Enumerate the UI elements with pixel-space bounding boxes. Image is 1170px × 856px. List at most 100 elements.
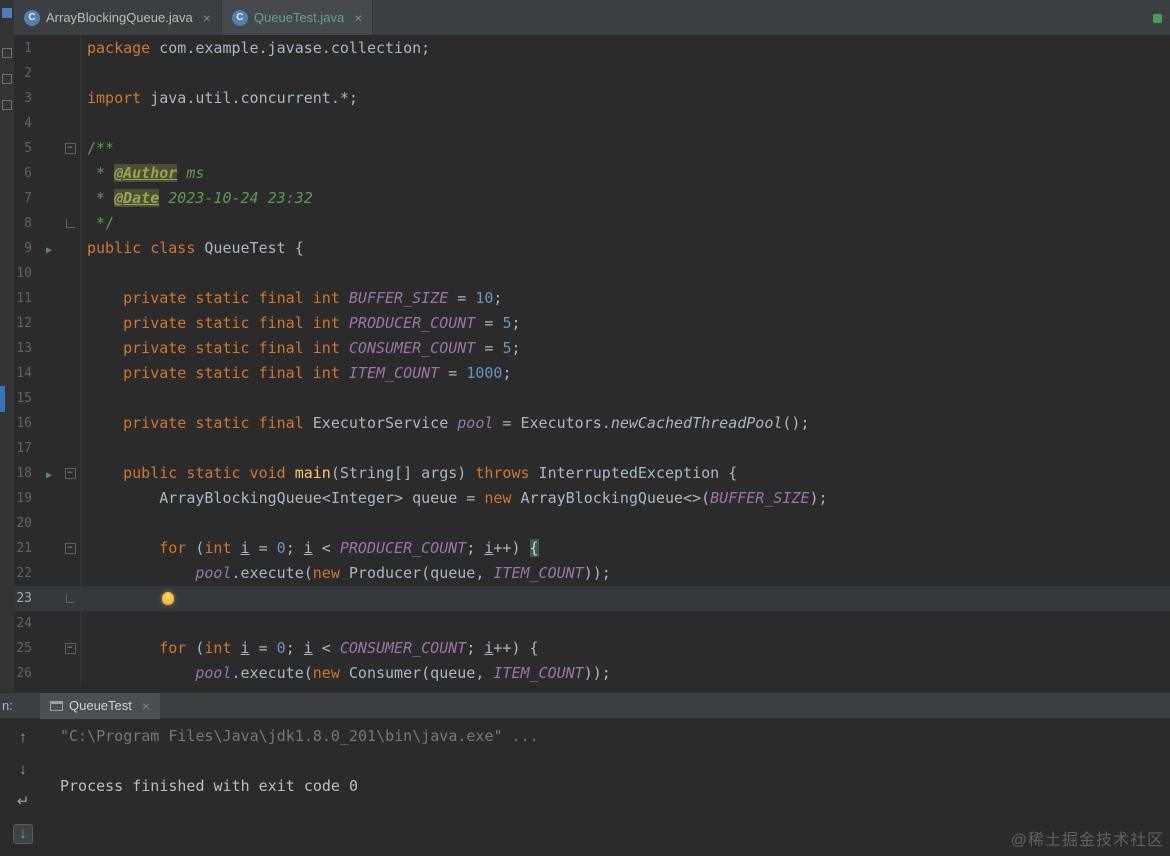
gutter-icon-cell <box>38 611 60 636</box>
code-line[interactable]: 5 −/** <box>14 136 1170 161</box>
soft-wrap-icon[interactable]: ↵ <box>13 792 33 812</box>
run-line-icon[interactable]: ▶ <box>46 470 52 481</box>
code-line[interactable]: 16 private static final ExecutorService … <box>14 411 1170 436</box>
fold-cell <box>60 211 80 236</box>
close-tab-icon[interactable]: × <box>203 10 211 26</box>
code-text: ArrayBlockingQueue<Integer> queue = new … <box>80 486 1170 511</box>
line-number: 19 <box>16 491 32 506</box>
intention-bulb-icon[interactable] <box>162 592 175 605</box>
code-line[interactable]: 3 import java.util.concurrent.*; <box>14 86 1170 111</box>
tool-icon[interactable] <box>2 48 12 58</box>
code-line[interactable]: 14 private static final int ITEM_COUNT =… <box>14 361 1170 386</box>
code-text: for (int i = 0; i < CONSUMER_COUNT; i++)… <box>80 636 1170 661</box>
code-line[interactable]: 15 <box>14 386 1170 411</box>
fold-collapse-icon[interactable]: − <box>64 468 76 479</box>
gutter-icon-cell <box>38 486 60 511</box>
line-number: 10 <box>16 266 32 281</box>
gutter-icon-cell <box>38 136 60 161</box>
line-number: 5 <box>24 141 32 156</box>
fold-collapse-icon[interactable]: − <box>64 543 76 554</box>
code-line[interactable]: 2 <box>14 61 1170 86</box>
code-line[interactable]: 19 ArrayBlockingQueue<Integer> queue = n… <box>14 486 1170 511</box>
line-number: 2 <box>24 66 32 81</box>
gutter-icon-cell <box>38 361 60 386</box>
code-line[interactable]: 23 <box>14 586 1170 611</box>
code-line[interactable]: 11 private static final int BUFFER_SIZE … <box>14 286 1170 311</box>
code-text <box>80 436 1170 461</box>
line-number: 23 <box>16 591 32 606</box>
code-line[interactable]: 10 <box>14 261 1170 286</box>
fold-cell <box>60 186 80 211</box>
code-text <box>80 586 1170 611</box>
tab-queuetest-java[interactable]: C QueueTest.java × <box>221 0 374 35</box>
console-toolbar: ↑ ↓ ↵ ↓ <box>0 718 46 856</box>
code-text: private static final int BUFFER_SIZE = 1… <box>80 286 1170 311</box>
code-line[interactable]: 22 pool.execute(new Producer(queue, ITEM… <box>14 561 1170 586</box>
fold-cell <box>60 661 80 686</box>
editor-region: C ArrayBlockingQueue.java × C QueueTest.… <box>0 0 1170 692</box>
console-icon <box>50 700 63 711</box>
fold-collapse-icon[interactable]: − <box>64 143 76 154</box>
fold-cell <box>60 386 80 411</box>
line-number: 3 <box>24 91 32 106</box>
line-number: 17 <box>16 441 32 456</box>
code-text: public class QueueTest { <box>80 236 1170 261</box>
code-text <box>80 386 1170 411</box>
code-line[interactable]: 1 package com.example.javase.collection; <box>14 36 1170 61</box>
close-tab-icon[interactable]: × <box>354 10 362 26</box>
fold-end-icon[interactable] <box>65 594 75 603</box>
code-line[interactable]: 18 ▶ − public static void main(String[] ar… <box>14 461 1170 486</box>
tool-icon[interactable] <box>2 100 12 110</box>
code-line[interactable]: 21 − for (int i = 0; i < PRODUCER_COUNT; … <box>14 536 1170 561</box>
gutter-icon-cell <box>38 311 60 336</box>
code-line[interactable]: 24 <box>14 611 1170 636</box>
code-line[interactable]: 17 <box>14 436 1170 461</box>
line-number: 20 <box>16 516 32 531</box>
code-line[interactable]: 12 private static final int PRODUCER_COU… <box>14 311 1170 336</box>
tab-label: QueueTest.java <box>253 10 345 25</box>
code-line[interactable]: 13 private static final int CONSUMER_COU… <box>14 336 1170 361</box>
up-stack-trace-icon[interactable]: ↑ <box>13 728 33 748</box>
gutter-icon-cell <box>38 386 60 411</box>
code-text: * @Date 2023-10-24 23:32 <box>80 186 1170 211</box>
close-console-tab-icon[interactable]: × <box>142 698 150 714</box>
code-line[interactable]: 6 * @Author ms <box>14 161 1170 186</box>
code-text: for (int i = 0; i < PRODUCER_COUNT; i++)… <box>80 536 1170 561</box>
tab-label: ArrayBlockingQueue.java <box>46 10 193 25</box>
line-number: 24 <box>16 616 32 631</box>
code-text <box>80 611 1170 636</box>
tab-arrayblockingqueue-java[interactable]: C ArrayBlockingQueue.java × <box>14 0 222 35</box>
fold-end-icon[interactable] <box>65 219 75 228</box>
fold-cell <box>60 36 80 61</box>
code-editor[interactable]: 1 package com.example.javase.collection; 2… <box>14 36 1170 692</box>
line-number: 8 <box>24 216 32 231</box>
code-text <box>80 111 1170 136</box>
code-line[interactable]: 7 * @Date 2023-10-24 23:32 <box>14 186 1170 211</box>
code-line[interactable]: 26 pool.execute(new Consumer(queue, ITEM… <box>14 661 1170 686</box>
down-stack-trace-icon[interactable]: ↓ <box>13 760 33 780</box>
fold-cell <box>60 586 80 611</box>
code-line[interactable]: 25 − for (int i = 0; i < CONSUMER_COUNT; … <box>14 636 1170 661</box>
fold-cell <box>60 111 80 136</box>
code-line[interactable]: 20 <box>14 511 1170 536</box>
project-tool-icon[interactable] <box>2 8 12 18</box>
fold-collapse-icon[interactable]: − <box>64 643 76 654</box>
scroll-to-end-icon[interactable]: ↓ <box>13 824 33 844</box>
code-line[interactable]: 4 <box>14 111 1170 136</box>
fold-cell: − <box>60 461 80 486</box>
gutter-icon-cell <box>38 161 60 186</box>
tool-icon[interactable] <box>2 74 12 84</box>
fold-cell: − <box>60 636 80 661</box>
fold-cell <box>60 611 80 636</box>
console-tab-queuetest[interactable]: QueueTest × <box>40 692 161 719</box>
left-tool-window-bar <box>0 0 14 692</box>
code-text <box>80 61 1170 86</box>
code-line[interactable]: 9 ▶ public class QueueTest { <box>14 236 1170 261</box>
run-line-icon[interactable]: ▶ <box>46 245 52 256</box>
code-text: private static final int ITEM_COUNT = 10… <box>80 361 1170 386</box>
console-output[interactable]: "C:\Program Files\Java\jdk1.8.0_201\bin\… <box>46 718 1170 856</box>
inspections-indicator[interactable] <box>1153 14 1162 23</box>
code-line[interactable]: 8 */ <box>14 211 1170 236</box>
line-number: 7 <box>24 191 32 206</box>
